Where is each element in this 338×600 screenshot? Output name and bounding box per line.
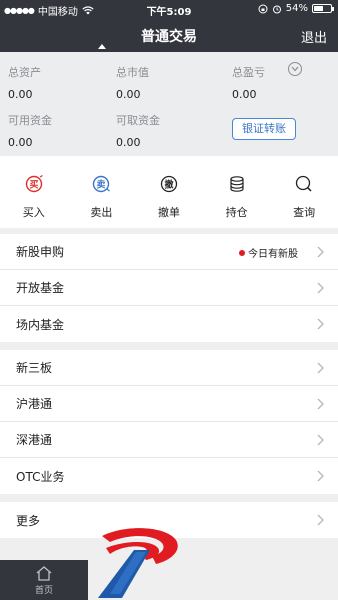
red-dot-icon <box>239 249 245 256</box>
rotation-lock-icon <box>258 4 268 13</box>
svg-text:卖: 卖 <box>97 179 106 191</box>
battery-fill <box>314 6 323 11</box>
new-stock-badge-text: 今日有新股 <box>248 249 298 260</box>
sell-label: 卖出 <box>90 206 113 219</box>
buy-label: 买入 <box>22 206 45 219</box>
menu-item-neeq[interactable]: 新三板 <box>0 350 338 386</box>
market-value-label: 总市值 <box>116 66 149 79</box>
holdings-icon <box>227 174 247 194</box>
svg-text:撤: 撤 <box>164 179 173 191</box>
query-action[interactable]: 查询 <box>270 156 338 228</box>
available-funds-label: 可用资金 <box>8 114 52 127</box>
menu-group-ipo-funds: 新股申购 今日有新股 开放基金 场内基金 <box>0 234 338 342</box>
query-label: 查询 <box>293 206 316 219</box>
battery-percent: 54% <box>285 3 308 14</box>
available-funds-value: 0.00 <box>8 136 33 149</box>
battery-icon <box>312 4 334 13</box>
sell-action[interactable]: 卖 卖出 <box>68 156 136 228</box>
cancel-order-label: 撤单 <box>157 206 180 219</box>
search-icon <box>294 174 314 194</box>
status-bar: ●●●●● 中国移动 下午5:09 54% <box>0 0 338 18</box>
chevron-right-icon <box>317 470 324 482</box>
tab-home-label: 首页 <box>34 585 53 596</box>
menu-item-label: 新股申购 <box>16 245 65 259</box>
market-value-value: 0.00 <box>116 88 141 101</box>
menu-item-label: 深港通 <box>16 433 53 447</box>
menu-item-label: 新三板 <box>16 361 53 375</box>
withdrawable-label: 可取资金 <box>116 114 160 127</box>
menu-item-label: OTC业务 <box>16 469 65 484</box>
total-assets-label: 总资产 <box>8 66 41 79</box>
sell-icon: 卖 <box>91 174 111 194</box>
buy-action[interactable]: 买 买入 <box>0 156 68 228</box>
chevron-right-icon <box>317 514 324 526</box>
tab-home[interactable]: 首页 <box>0 560 88 600</box>
chevron-right-icon <box>317 362 324 374</box>
buy-icon: 买 <box>24 174 44 194</box>
logout-button[interactable]: 退出 <box>301 27 327 46</box>
total-pl-label: 总盈亏 <box>232 66 265 79</box>
cancel-order-icon: 撤 <box>159 174 179 194</box>
svg-text:买: 买 <box>29 180 38 191</box>
menu-item-label: 沪港通 <box>16 397 53 411</box>
total-assets-value: 0.00 <box>8 88 33 101</box>
chevron-right-icon <box>317 246 324 258</box>
new-stock-badge: 今日有新股 <box>239 245 298 260</box>
holdings-action[interactable]: 持仓 <box>203 156 271 228</box>
menu-item-open-fund[interactable]: 开放基金 <box>0 270 338 306</box>
alarm-icon <box>272 5 281 13</box>
expand-toggle-icon[interactable] <box>288 62 302 76</box>
chevron-right-icon <box>317 434 324 446</box>
menu-item-label: 更多 <box>16 513 41 528</box>
menu-item-label: 开放基金 <box>16 281 65 295</box>
bank-transfer-button[interactable]: 银证转账 <box>232 118 296 140</box>
withdrawable-value: 0.00 <box>116 136 141 149</box>
chevron-right-icon <box>317 282 324 294</box>
menu-item-sh-hk-connect[interactable]: 沪港通 <box>0 386 338 422</box>
menu-item-otc[interactable]: OTC业务 <box>0 458 338 494</box>
menu-item-sz-hk-connect[interactable]: 深港通 <box>0 422 338 458</box>
quick-actions: 买 买入 卖 卖出 撤 撤单 持仓 查询 <box>0 156 338 228</box>
menu-item-exchange-fund[interactable]: 场内基金 <box>0 306 338 342</box>
cancel-order-action[interactable]: 撤 撤单 <box>135 156 203 228</box>
nav-bar: 普通交易 退出 <box>0 18 338 52</box>
menu-item-new-stock-subscription[interactable]: 新股申购 今日有新股 <box>0 234 338 270</box>
menu-group-markets: 新三板 沪港通 深港通 OTC业务 <box>0 350 338 494</box>
page-title: 普通交易 <box>141 29 197 45</box>
chevron-right-icon <box>317 318 324 330</box>
menu-item-label: 场内基金 <box>16 317 65 332</box>
dropdown-caret-icon <box>98 44 106 49</box>
total-pl-value: 0.00 <box>232 88 257 101</box>
chevron-right-icon <box>317 398 324 410</box>
holdings-label: 持仓 <box>225 206 248 219</box>
home-icon <box>36 565 52 581</box>
brand-logo <box>98 528 178 598</box>
